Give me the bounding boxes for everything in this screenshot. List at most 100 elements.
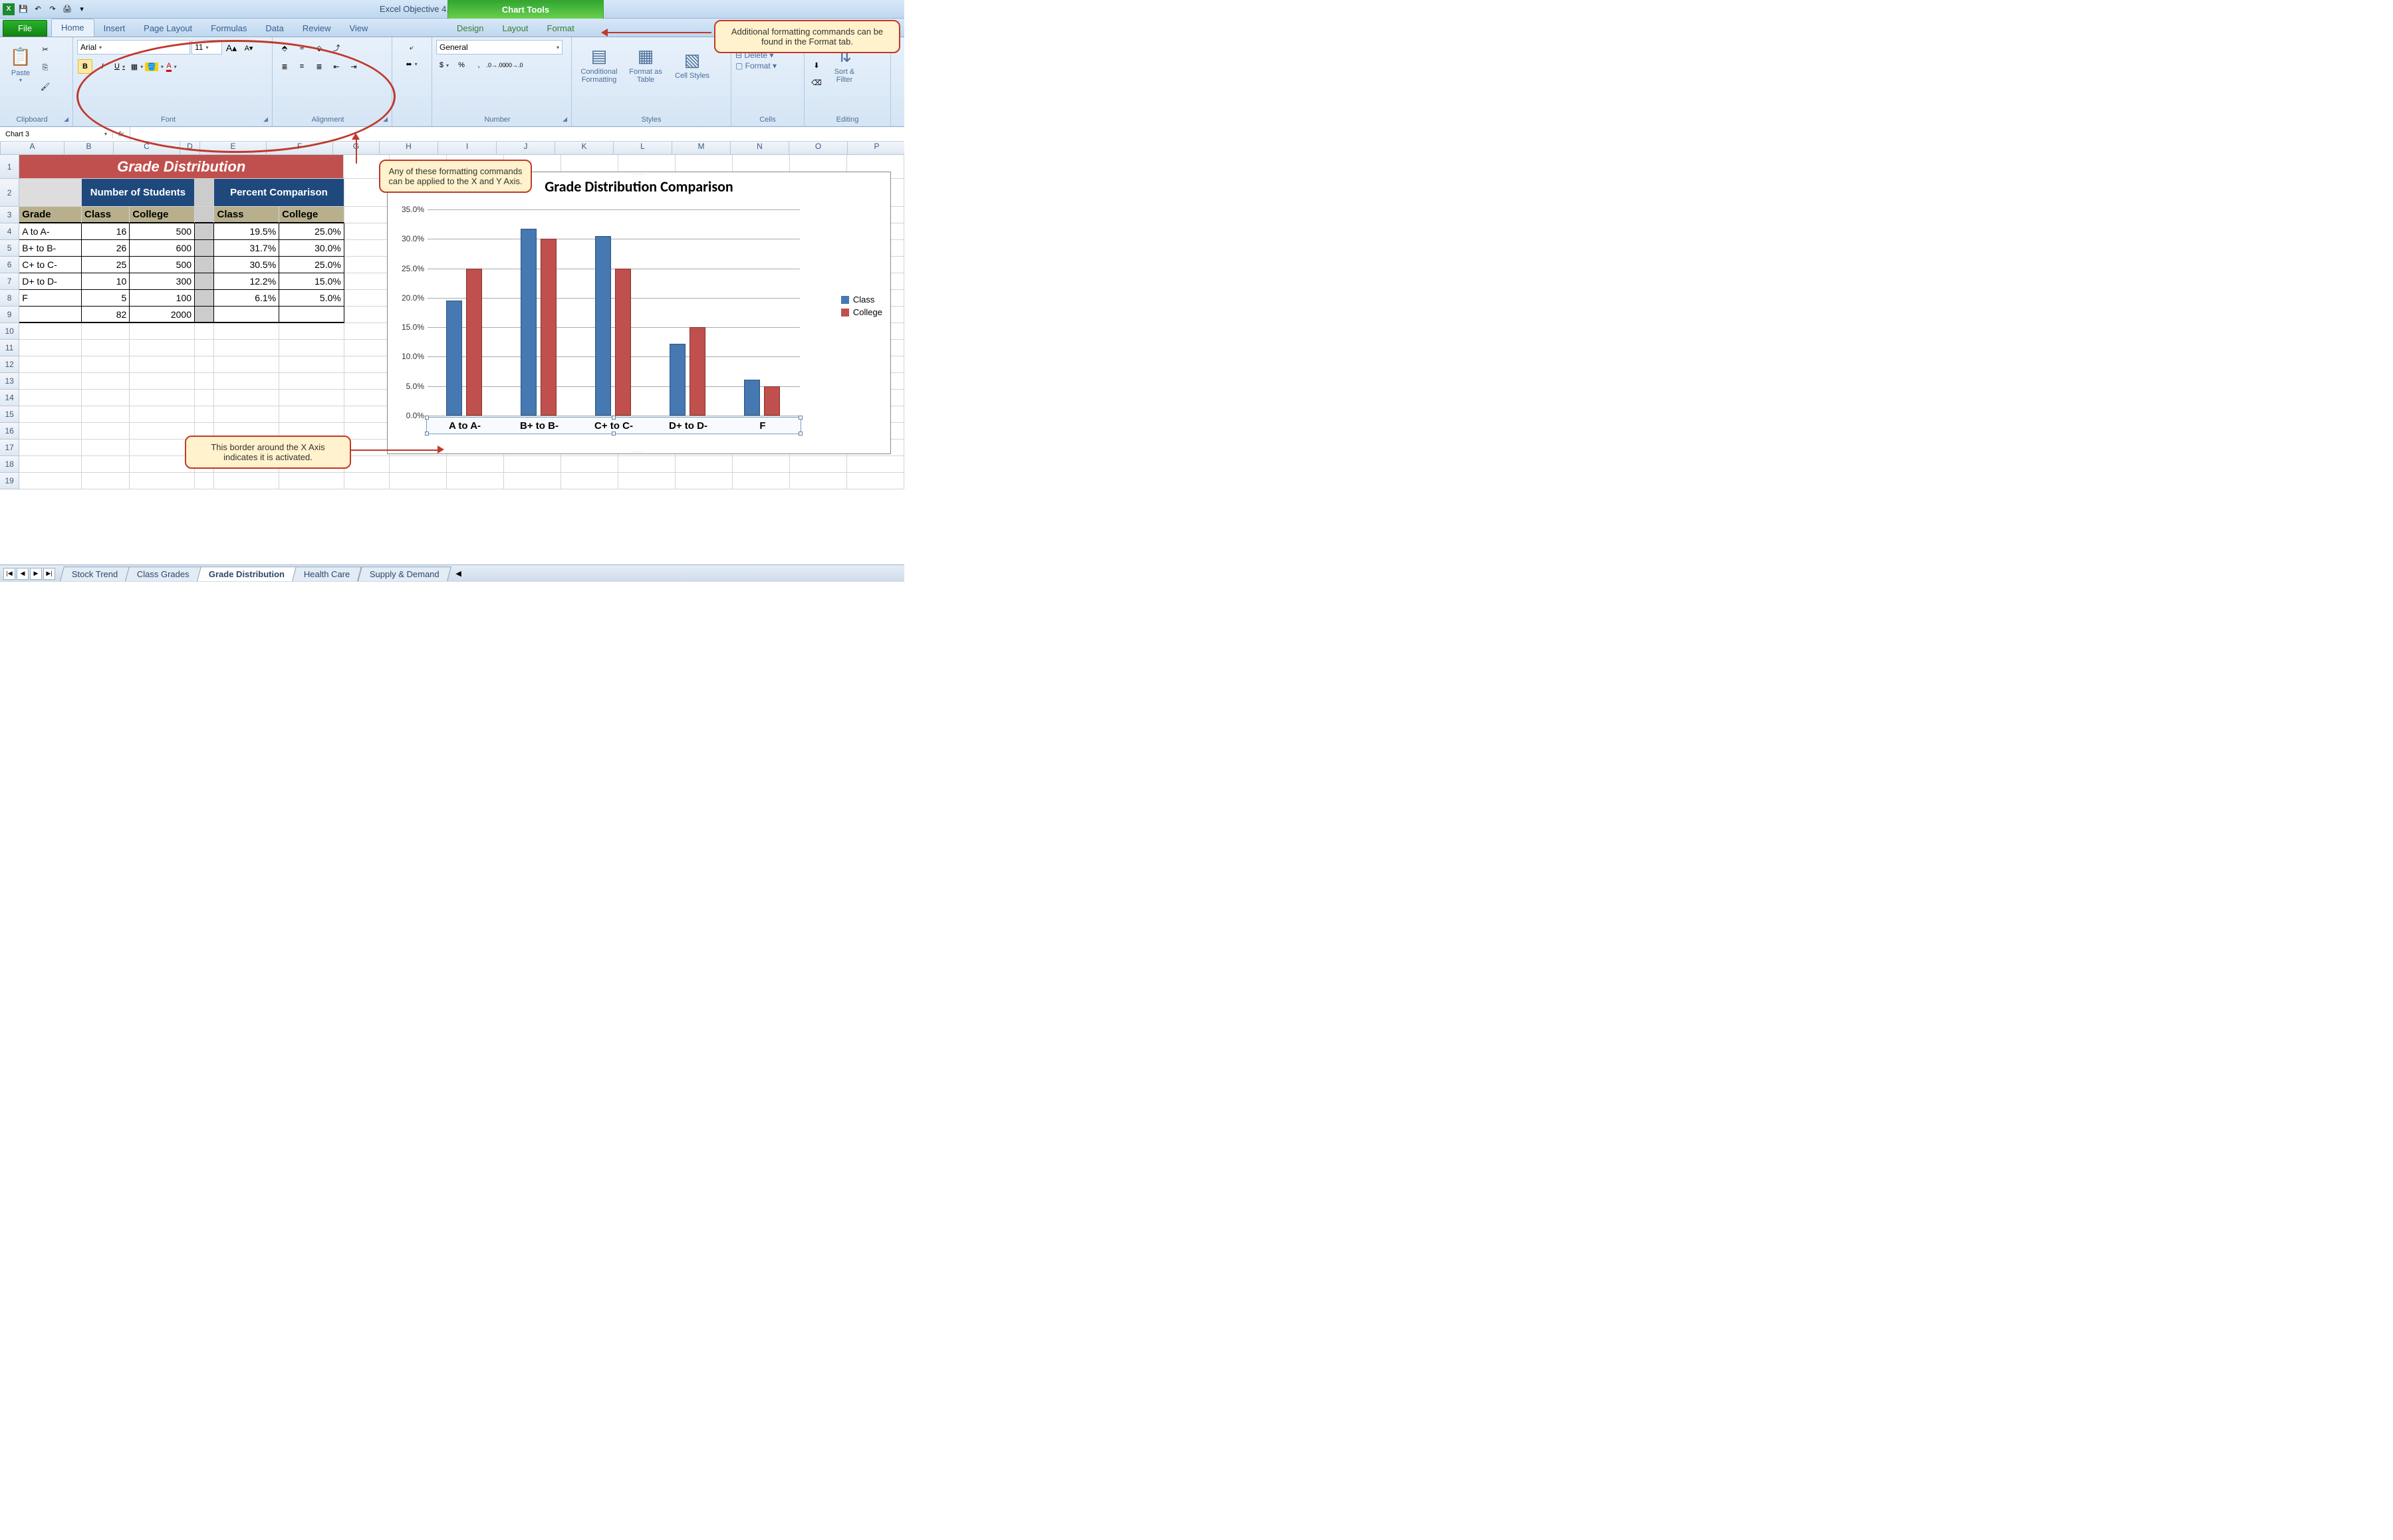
- cell[interactable]: 15.0%: [279, 273, 344, 290]
- alignment-launcher-icon[interactable]: ◢: [379, 116, 388, 123]
- column-header[interactable]: H: [380, 142, 438, 154]
- row-header[interactable]: 9: [0, 307, 19, 323]
- cell[interactable]: [447, 473, 504, 489]
- cell[interactable]: 30.0%: [279, 240, 344, 257]
- name-box[interactable]: Chart 3▾: [0, 130, 113, 138]
- cell[interactable]: [82, 456, 130, 473]
- column-header[interactable]: C: [114, 142, 180, 154]
- column-header[interactable]: F: [267, 142, 333, 154]
- cell[interactable]: [279, 340, 344, 356]
- align-middle-icon[interactable]: ≡: [295, 41, 309, 55]
- cell[interactable]: [214, 390, 279, 406]
- row-header[interactable]: 12: [0, 356, 19, 373]
- accounting-icon[interactable]: $▾: [437, 58, 451, 72]
- cell[interactable]: Grade: [19, 207, 82, 223]
- row-header[interactable]: 2: [0, 179, 19, 207]
- cell[interactable]: College: [279, 207, 344, 223]
- cell[interactable]: [279, 323, 344, 340]
- fill-color-button[interactable]: 🪣▾: [147, 59, 162, 74]
- cell[interactable]: Class: [214, 207, 279, 223]
- cell[interactable]: [847, 473, 904, 489]
- cell[interactable]: [130, 473, 195, 489]
- cell[interactable]: 5: [82, 290, 130, 307]
- x-axis-category-label[interactable]: F: [759, 420, 765, 432]
- cell[interactable]: [279, 356, 344, 373]
- row-header[interactable]: 18: [0, 456, 19, 473]
- align-center-icon[interactable]: ≡: [295, 59, 309, 74]
- cell[interactable]: [195, 179, 214, 207]
- column-header[interactable]: L: [614, 142, 672, 154]
- cell[interactable]: 12.2%: [214, 273, 279, 290]
- format-as-table-button[interactable]: ▦Format as Table: [622, 40, 669, 88]
- cell[interactable]: [195, 406, 214, 423]
- cell[interactable]: [504, 473, 561, 489]
- cell[interactable]: D+ to D-: [19, 273, 82, 290]
- undo-icon[interactable]: ↶: [32, 3, 44, 15]
- print-icon[interactable]: 🖨: [61, 3, 73, 15]
- row-header[interactable]: 1: [0, 155, 19, 179]
- cell[interactable]: Class: [82, 207, 130, 223]
- tab-nav-last-icon[interactable]: ▶|: [43, 568, 55, 580]
- paste-button[interactable]: 📋 Paste ▾: [4, 40, 37, 88]
- cell[interactable]: 10: [82, 273, 130, 290]
- cell[interactable]: [279, 473, 344, 489]
- align-left-icon[interactable]: ≣: [277, 59, 292, 74]
- wrap-text-icon[interactable]: ⤶: [397, 41, 426, 55]
- x-axis-category-label[interactable]: A to A-: [449, 420, 481, 432]
- cell[interactable]: F: [19, 290, 82, 307]
- row-header[interactable]: 13: [0, 373, 19, 390]
- cell[interactable]: [561, 473, 618, 489]
- cell[interactable]: [344, 257, 390, 273]
- cell[interactable]: [504, 456, 561, 473]
- align-top-icon[interactable]: ⬘: [277, 41, 292, 55]
- chart-legend[interactable]: Class College: [841, 292, 882, 320]
- bar-college[interactable]: [690, 327, 705, 416]
- cell[interactable]: 31.7%: [214, 240, 279, 257]
- shrink-font-icon[interactable]: A▾: [241, 41, 256, 55]
- cell[interactable]: [733, 473, 790, 489]
- row-header[interactable]: 10: [0, 323, 19, 340]
- cell[interactable]: 2000: [130, 307, 195, 323]
- row-header[interactable]: 16: [0, 423, 19, 440]
- tab-chart-design[interactable]: Design: [447, 20, 493, 37]
- cell[interactable]: [19, 456, 82, 473]
- column-header[interactable]: I: [438, 142, 497, 154]
- sheet-tab[interactable]: Health Care: [292, 567, 362, 581]
- merge-center-icon[interactable]: ⬌▾: [397, 57, 426, 71]
- cell[interactable]: [19, 440, 82, 456]
- borders-button[interactable]: ▦▾: [130, 59, 144, 74]
- cell[interactable]: [130, 406, 195, 423]
- cell[interactable]: [19, 406, 82, 423]
- row-header[interactable]: 11: [0, 340, 19, 356]
- clipboard-launcher-icon[interactable]: ◢: [60, 116, 68, 123]
- cell[interactable]: [195, 223, 214, 240]
- bar-college[interactable]: [466, 269, 482, 416]
- underline-button[interactable]: U▾: [112, 59, 127, 74]
- cell[interactable]: [19, 307, 82, 323]
- cell[interactable]: [344, 323, 390, 340]
- cell[interactable]: [195, 207, 214, 223]
- column-header[interactable]: O: [789, 142, 848, 154]
- clear-icon[interactable]: ⌫: [809, 75, 824, 90]
- chart-drag-handle-top[interactable]: ∙∙∙∙: [634, 171, 645, 177]
- copy-icon[interactable]: ⎘: [38, 61, 53, 75]
- cell[interactable]: [195, 390, 214, 406]
- qat-dropdown-icon[interactable]: ▾: [76, 3, 88, 15]
- cell[interactable]: [279, 406, 344, 423]
- cell[interactable]: 30.5%: [214, 257, 279, 273]
- cell[interactable]: [561, 456, 618, 473]
- column-header[interactable]: A: [1, 142, 64, 154]
- cell[interactable]: [344, 340, 390, 356]
- cell[interactable]: 26: [82, 240, 130, 257]
- tab-chart-format[interactable]: Format: [538, 20, 584, 37]
- tab-insert[interactable]: Insert: [94, 20, 135, 37]
- cell[interactable]: [847, 456, 904, 473]
- worksheet[interactable]: ABCDEFGHIJKLMNOP 1Grade Distribution2Num…: [0, 142, 904, 557]
- bar-college[interactable]: [541, 239, 557, 416]
- cell[interactable]: [390, 456, 447, 473]
- row-header[interactable]: 3: [0, 207, 19, 223]
- cell[interactable]: [214, 473, 279, 489]
- cell[interactable]: [279, 390, 344, 406]
- tab-data[interactable]: Data: [256, 20, 293, 37]
- orientation-icon[interactable]: ⤴: [329, 41, 344, 55]
